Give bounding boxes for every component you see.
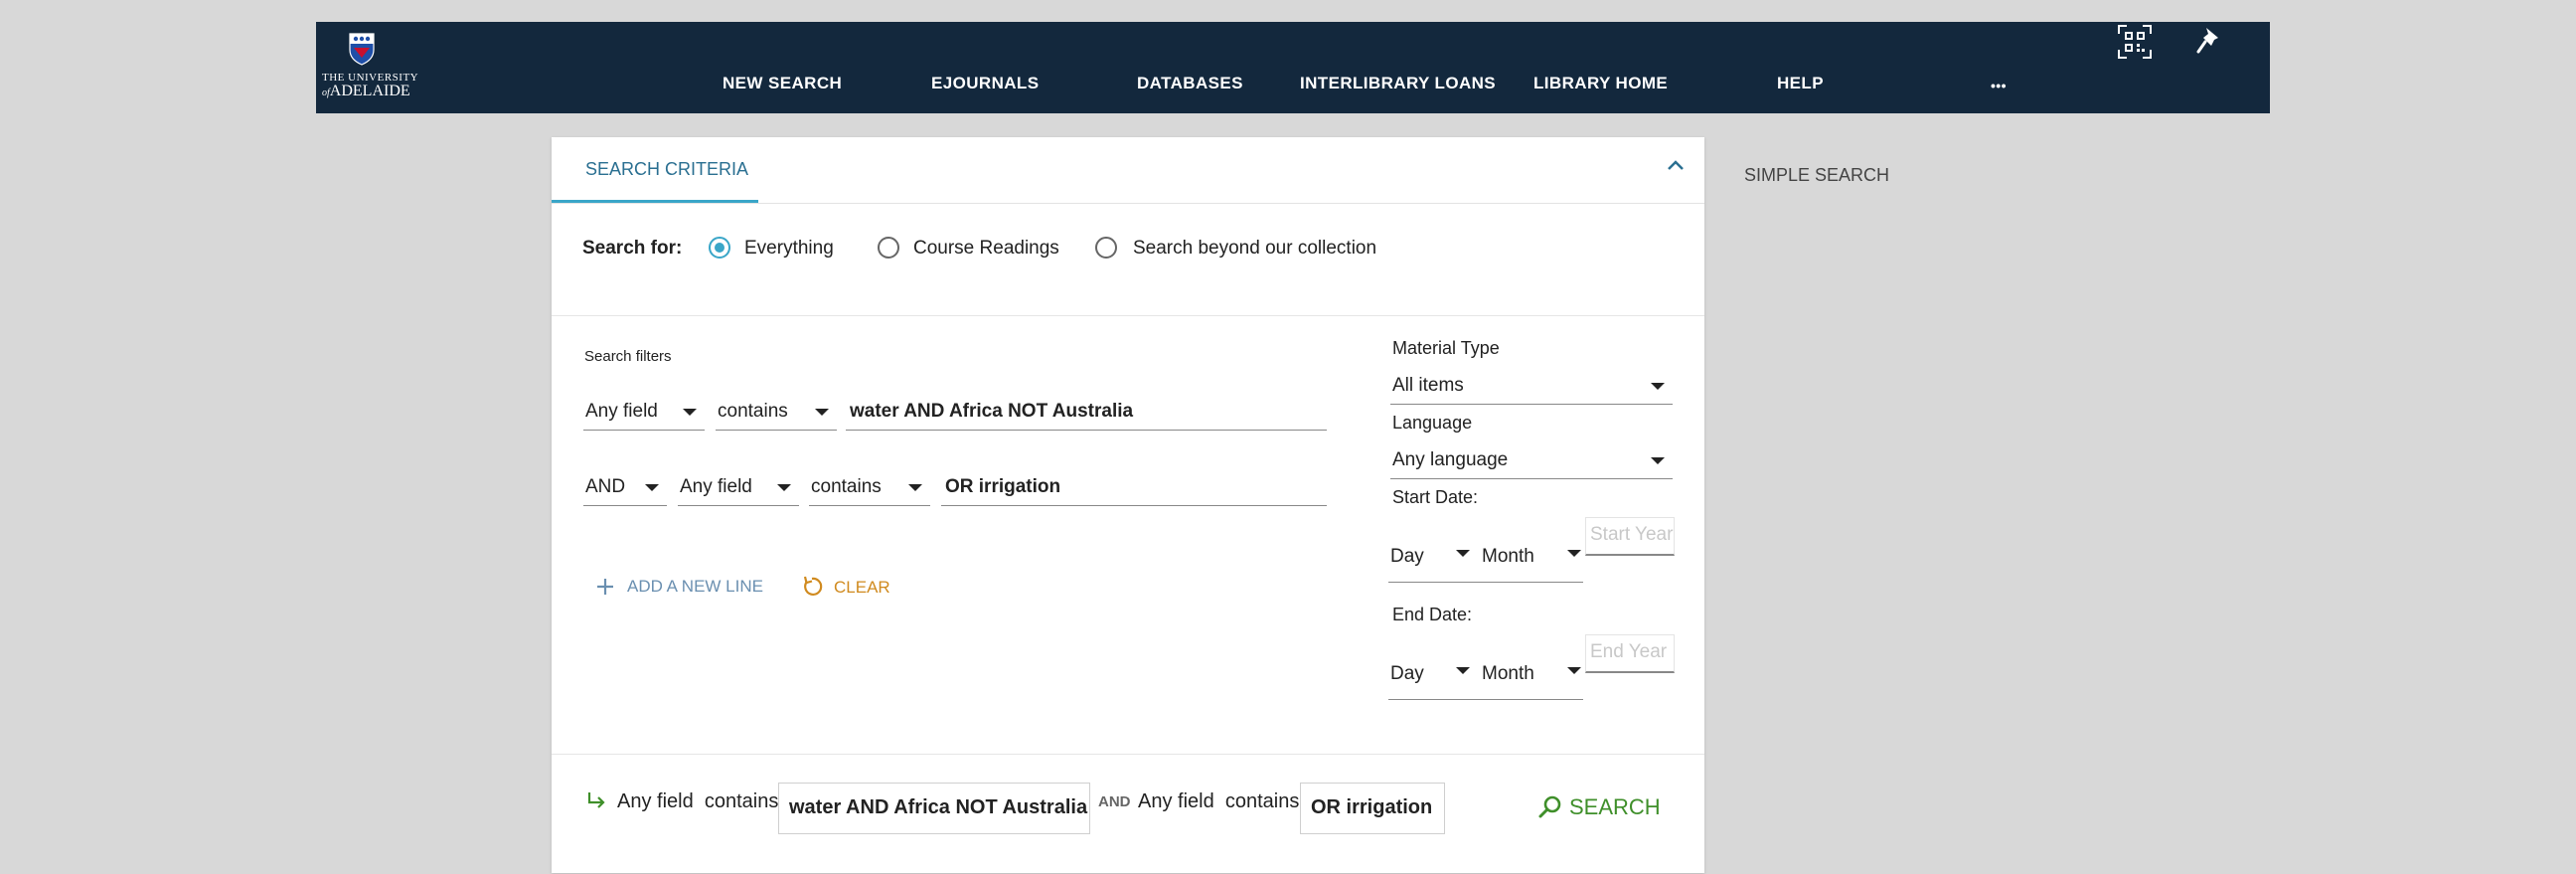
arrow-return-icon [587,792,605,808]
start-month-value: Month [1482,546,1534,567]
search-button[interactable]: SEARCH [1537,792,1667,822]
radio-search-beyond[interactable] [1095,237,1117,259]
line1-search-value: water AND Africa NOT Australia [850,401,1134,422]
radio-course-readings[interactable] [878,237,899,259]
clear-label: CLEAR [834,578,890,597]
search-button-label: SEARCH [1569,794,1661,819]
start-date-label: Start Date: [1392,487,1479,507]
caret-down-icon [1567,550,1581,557]
line2-operator-value: contains [811,476,882,497]
end-year-input[interactable]: End Year [1585,634,1675,673]
line1-operator-value: contains [718,401,788,422]
nav-ejournals[interactable]: EJOURNALS [931,74,1039,93]
end-date-select[interactable]: Day Month [1388,655,1583,700]
caret-down-icon [1651,457,1665,464]
caret-down-icon [1456,550,1470,557]
active-tab-indicator [552,200,758,203]
material-type-label: Material Type [1392,338,1500,358]
nav-interlibrary-loans[interactable]: INTERLIBRARY LOANS [1300,74,1496,93]
caret-down-icon [908,484,922,491]
logo-line-2: ofADELAIDE [322,83,410,99]
caret-down-icon [815,409,829,416]
line2-field-select[interactable]: Any field [678,475,799,506]
line2-operator-select[interactable]: contains [809,475,930,506]
scope-everything-label[interactable]: Everything [744,238,834,260]
reset-icon [803,576,823,596]
search-filters-label: Search filters [584,348,672,365]
summary-term-2[interactable]: OR irrigation [1300,783,1445,834]
start-year-input[interactable]: Start Year [1585,517,1675,556]
caret-down-icon [1456,667,1470,674]
search-criteria-tabbar: SEARCH CRITERIA [552,137,1704,204]
radio-everything[interactable] [709,237,730,259]
add-new-line-button[interactable]: ADD A NEW LINE [595,575,763,601]
clear-button[interactable]: CLEAR [800,575,899,601]
caret-down-icon [1567,667,1581,674]
line2-search-input[interactable]: OR irrigation [941,475,1327,506]
caret-down-icon [645,484,659,491]
nav-new-search[interactable]: NEW SEARCH [723,74,842,93]
end-month-value: Month [1482,663,1534,684]
search-icon [1538,795,1561,818]
more-menu-button[interactable]: ••• [1991,78,2007,93]
line1-field-value: Any field [585,401,658,422]
language-select[interactable]: Any language [1390,448,1673,479]
end-date-label: End Date: [1392,605,1473,624]
university-logo[interactable]: THE UNIVERSITY ofADELAIDE [322,30,418,105]
end-year-placeholder: End Year [1590,641,1668,662]
summary-field-1: Any field contains [617,790,779,812]
line2-boolean-value: AND [585,476,626,497]
advanced-search-panel: SEARCH CRITERIA Search for: Everything C… [552,137,1704,873]
summary-term-1[interactable]: water AND Africa NOT Australia [778,783,1090,834]
caret-down-icon [683,409,697,416]
line1-search-input[interactable]: water AND Africa NOT Australia [846,400,1327,431]
line2-boolean-select[interactable]: AND [583,475,667,506]
simple-search-link[interactable]: SIMPLE SEARCH [1744,165,1889,186]
end-day-value: Day [1390,663,1424,684]
line2-search-value: OR irrigation [945,476,1061,497]
material-type-value: All items [1392,375,1464,396]
start-day-value: Day [1390,546,1424,567]
caret-down-icon [777,484,791,491]
language-value: Any language [1392,449,1509,470]
nav-help[interactable]: HELP [1777,74,1824,93]
query-summary-bar: Any field contains water AND Africa NOT … [552,754,1704,874]
language-label: Language [1392,413,1473,433]
search-scope-row: Search for: Everything Course Readings S… [552,204,1704,316]
material-type-select[interactable]: All items [1390,374,1673,405]
nav-databases[interactable]: DATABASES [1137,74,1243,93]
start-year-placeholder: Start Year [1590,524,1674,545]
line1-operator-select[interactable]: contains [716,400,837,431]
plus-icon [597,579,613,595]
line2-field-value: Any field [680,476,752,497]
pin-icon[interactable] [2194,26,2224,58]
top-navigation-bar: THE UNIVERSITY ofADELAIDE NEW SEARCH EJO… [316,22,2270,113]
crest-icon [349,33,375,66]
search-for-label: Search for: [582,238,683,259]
start-date-select[interactable]: Day Month [1388,538,1583,583]
qr-code-icon[interactable] [2117,24,2153,60]
scope-course-readings-label[interactable]: Course Readings [913,238,1059,260]
summary-field-2: Any field contains [1138,790,1300,812]
tab-search-criteria[interactable]: SEARCH CRITERIA [585,159,748,180]
scope-search-beyond-label[interactable]: Search beyond our collection [1133,238,1376,260]
chevron-up-icon[interactable] [1665,155,1687,177]
nav-library-home[interactable]: LIBRARY HOME [1533,74,1668,93]
summary-boolean: AND [1098,793,1131,810]
line1-field-select[interactable]: Any field [583,400,705,431]
add-new-line-label: ADD A NEW LINE [627,577,763,596]
caret-down-icon [1651,383,1665,390]
